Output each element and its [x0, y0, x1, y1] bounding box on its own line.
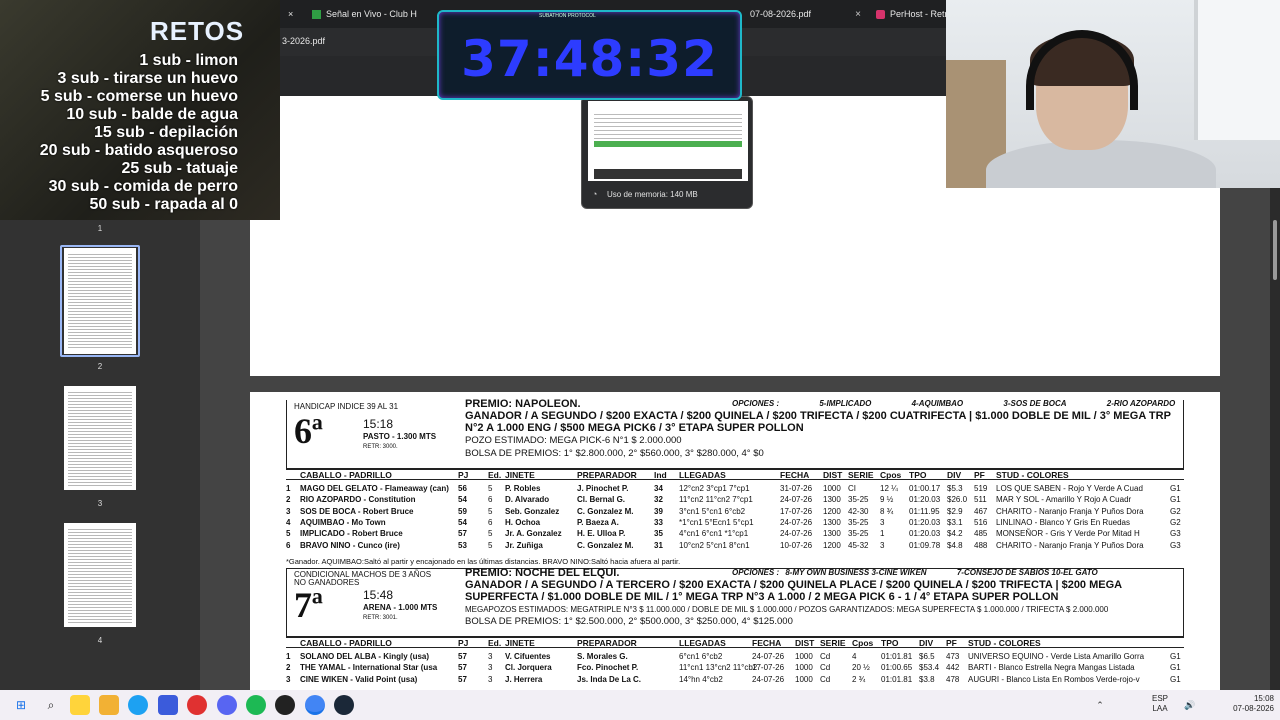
race-number: 7ª — [294, 585, 323, 625]
race-time: 15:48 — [363, 588, 394, 602]
race-block: HANDICAP INDICE 39 AL 31 6ª 15:18 PASTO … — [286, 398, 1184, 568]
tab-label: PerHost - Retra — [890, 9, 953, 19]
pdf-page-races: HANDICAP INDICE 39 AL 31 6ª 15:18 PASTO … — [250, 392, 1220, 690]
thumbnail-page-number: 1 — [97, 224, 103, 233]
subathon-timer: SUBATHON PROTOCOL 37:48:32 — [437, 10, 742, 100]
reto-item: 3 sub - tirarse un huevo — [57, 70, 238, 87]
race-options: OPCIONES : 5-IMPLICADO 4-AQUIMBAO 3-SOS … — [732, 399, 1176, 408]
tab-close-icon[interactable]: × — [288, 4, 293, 24]
volume-icon[interactable]: 🔊 — [1180, 695, 1200, 715]
race-prize: PREMIO: NOCHE DEL ELQUI. — [465, 567, 620, 579]
tab-preview-thumbnail — [588, 101, 748, 181]
reto-item: 25 sub - tatuaje — [121, 160, 238, 177]
thumbnail-page-number: 2 — [97, 362, 103, 371]
race-block: CONDICIONAL MACHOS DE 3 AÑOS NO GANADORE… — [286, 567, 1184, 690]
memory-icon: ◔ — [592, 189, 598, 199]
race-estimate: POZO ESTIMADO: MEGA PICK-6 N°1 $ 2.000.0… — [465, 435, 682, 446]
spotify-icon[interactable] — [246, 695, 266, 715]
retos-title: RETOS — [150, 16, 245, 46]
reto-item: 5 sub - comerse un huevo — [40, 88, 238, 105]
windows-start-icon[interactable]: ⊞ — [11, 695, 31, 715]
stream-retos-overlay: RETOS 1 sub - limon 3 sub - tirarse un h… — [0, 0, 280, 220]
edge-icon[interactable] — [128, 695, 148, 715]
race-bets: GANADOR / A SEGUNDO / A TERCERO / $200 E… — [465, 579, 1122, 603]
reto-item: 30 sub - comida de perro — [48, 178, 238, 195]
taskbar: ⊞ ⌕ ⌃ 🔊 — [0, 690, 1280, 720]
file-explorer-icon[interactable] — [99, 695, 119, 715]
steam-icon[interactable] — [334, 695, 354, 715]
table-row: 2 THE YAMAL - International Star (usa 57 3 C… — [286, 663, 1181, 673]
race-retr: RETR: 3001. — [363, 615, 398, 621]
webcam-window — [1194, 0, 1280, 140]
widgets-icon[interactable] — [70, 695, 90, 715]
race-track: PASTO - 1.300 MTS — [363, 432, 437, 441]
tab-pdf[interactable]: 07-08-2026.pdf × — [750, 4, 861, 24]
race-number: 6ª — [294, 411, 323, 451]
thumbnail-page-4[interactable] — [64, 523, 136, 627]
memory-usage-text: Uso de memoria: 140 MB — [607, 190, 698, 199]
search-icon[interactable]: ⌕ — [41, 695, 61, 715]
thumbnail-page-number: 3 — [97, 499, 103, 508]
race-track: ARENA - 1.000 MTS — [363, 603, 438, 612]
tab-favicon-icon — [312, 9, 321, 19]
reto-item: 1 sub - limon — [139, 52, 238, 69]
reto-item: 10 sub - balde de agua — [66, 106, 238, 123]
table-row: 1 MAGO DEL GELATO - Flameaway (can) 56 5 P. … — [286, 484, 1181, 493]
race-bets: GANADOR / A SEGUNDO / $200 EXACTA / $200… — [465, 410, 1171, 434]
tab-hover-card: ◔ Uso de memoria: 140 MB — [581, 96, 753, 209]
race-options: OPCIONES : 8-MY OWN BUSINESS 3-CINE WIKE… — [732, 568, 1098, 577]
discord-icon[interactable] — [217, 695, 237, 715]
race-estimate: MEGAPOZOS ESTIMADOS: MEGATRIPLE N°3 $ 11… — [465, 605, 1109, 614]
table-row: 3 SOS DE BOCA - Robert Bruce 59 5 Seb. Gonza… — [286, 506, 1181, 516]
tab-close-icon[interactable]: × — [855, 9, 861, 20]
webcam-feed — [946, 0, 1280, 188]
race-retr: RETR: 3000. — [363, 444, 398, 450]
race-note: *Ganador. AQUIMBAO:Saltó al partir y enc… — [286, 557, 681, 566]
thumbnail-page-2[interactable] — [64, 248, 136, 354]
table-row: 2 RIO AZOPARDO - Constitution 54 6 D. Alvara… — [286, 495, 1181, 505]
table-row: 1 SOLANO DEL ALBA - Kingly (usa) 57 3 V. Cif… — [286, 652, 1181, 661]
taskbar-clock[interactable]: 15:08 07-08-2026 — [1222, 694, 1274, 714]
tab-label: 07-08-2026.pdf — [750, 9, 812, 19]
scrollbar-thumb[interactable] — [1273, 220, 1277, 280]
race-prize: PREMIO: NAPOLEON. — [465, 398, 581, 410]
race-purse: BOLSA DE PREMIOS: 1° $2.800.000, 2° $560… — [465, 448, 764, 459]
screen: × Señal en Vivo - Club H 07-08-2026.pdf … — [0, 0, 1280, 720]
reto-item: 50 sub - rapada al 0 — [89, 196, 238, 213]
timer-value: 37:48:32 — [461, 30, 718, 88]
tray-chevron-icon[interactable]: ⌃ — [1090, 695, 1110, 715]
tab-perhost[interactable]: PerHost - Retra — [876, 4, 953, 24]
table-row: 6 BRAVO NINO - Cunco (ire) 53 5 Jr. Zuñiga C.… — [286, 540, 1181, 550]
document-name: 3-2026.pdf — [282, 36, 326, 46]
thumbnail-page-number: 4 — [97, 636, 103, 645]
table-row: 4 AQUIMBAO - Mo Town 54 6 H. Ochoa P. Baeza A… — [286, 517, 1181, 527]
language-indicator[interactable]: ESP LAA — [1152, 694, 1168, 714]
timer-tag: SUBATHON PROTOCOL — [539, 13, 596, 19]
tab-label: Señal en Vivo - Club H — [326, 9, 417, 19]
race-time: 15:18 — [363, 417, 394, 431]
table-header: CABALLO - PADRILLO PJ Ed. JINETE PREPARA… — [286, 468, 1184, 480]
reto-item: 15 sub - depilación — [93, 124, 238, 141]
table-header: CABALLO - PADRILLO PJ Ed. JINETE PREPARA… — [286, 636, 1184, 648]
table-row: 3 CINE WIKEN - Valid Point (usa) 57 3 J. Her… — [286, 674, 1181, 684]
chrome-active-icon[interactable] — [305, 695, 325, 715]
table-row: 5 IMPLICADO - Robert Bruce 57 5 Jr. A. Gonza… — [286, 529, 1181, 539]
race-purse: BOLSA DE PREMIOS: 1° $2.500.000, 2° $500… — [465, 616, 793, 627]
reto-item: 20 sub - batido asqueroso — [39, 142, 238, 159]
obs-icon[interactable] — [275, 695, 295, 715]
chrome-icon[interactable] — [187, 695, 207, 715]
store-icon[interactable] — [158, 695, 178, 715]
tab-favicon-icon — [876, 9, 885, 19]
thumbnail-page-3[interactable] — [64, 386, 136, 490]
tab-senal-en-vivo[interactable]: Señal en Vivo - Club H — [312, 4, 417, 24]
